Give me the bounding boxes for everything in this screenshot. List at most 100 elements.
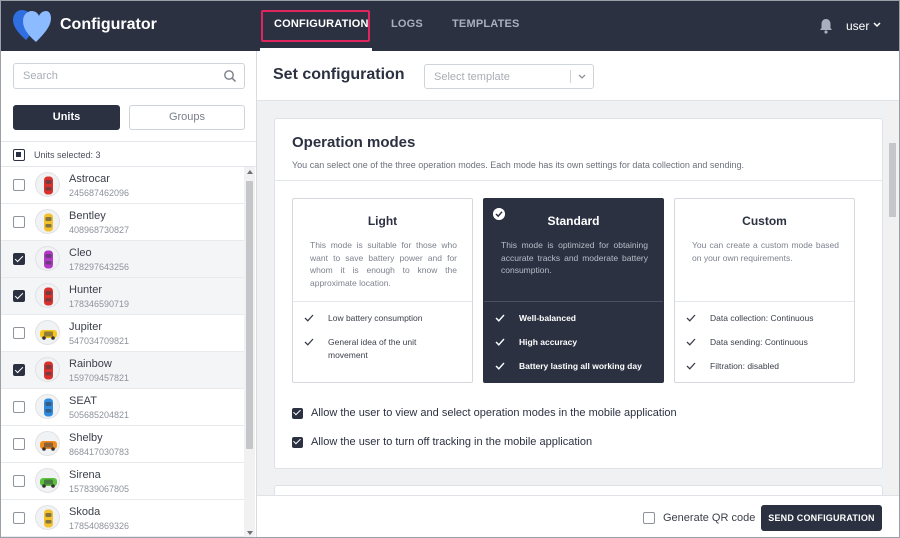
unit-list: Astrocar 245687462096 Bentley 408968730827 C… — [1, 167, 244, 537]
groups-tab-button[interactable]: Groups — [129, 105, 245, 130]
page-title: Set configuration — [273, 66, 405, 83]
unit-row[interactable]: Astrocar 245687462096 — [1, 167, 244, 204]
car-red-icon — [35, 357, 60, 382]
tab-templates[interactable]: TEMPLATES — [452, 18, 520, 30]
qr-code-checkbox[interactable] — [643, 512, 655, 524]
unit-name: Jupiter — [69, 321, 103, 333]
bell-icon[interactable] — [819, 18, 833, 34]
feature-text: Data collection: Continuous — [710, 313, 814, 323]
unit-name: Rainbow — [69, 358, 112, 370]
option-checkbox[interactable] — [292, 437, 303, 448]
main-scroll-thumb[interactable] — [889, 143, 896, 217]
option-checkbox[interactable] — [292, 408, 303, 419]
action-footer: Generate QR code SEND CONFIGURATION — [257, 495, 899, 537]
mode-name: Standard — [547, 214, 600, 228]
car-green-icon — [35, 468, 60, 493]
search-icon[interactable] — [223, 69, 237, 83]
unit-checkbox[interactable] — [13, 216, 25, 228]
car-blue-icon — [35, 394, 60, 419]
unit-checkbox[interactable] — [13, 290, 25, 302]
check-icon — [495, 362, 505, 370]
search-placeholder: Search — [23, 70, 58, 82]
unit-id: 408968730827 — [69, 225, 130, 235]
unit-row[interactable]: Bentley 408968730827 — [1, 204, 244, 241]
main-scrollbar[interactable] — [887, 101, 898, 537]
search-input[interactable]: Search — [13, 63, 245, 89]
unit-id: 245687462096 — [69, 188, 130, 198]
car-yellow-icon — [35, 505, 60, 530]
unit-checkbox[interactable] — [13, 179, 25, 191]
template-select[interactable]: Select template — [424, 64, 594, 89]
unit-id: 178540869326 — [69, 521, 130, 531]
feature-text: Battery lasting all working day — [519, 361, 642, 371]
select-all-checkbox[interactable] — [13, 149, 25, 161]
check-icon — [686, 338, 696, 346]
unit-id: 178297643256 — [69, 262, 130, 272]
unit-id: 157839067805 — [69, 484, 130, 494]
unit-checkbox[interactable] — [13, 512, 25, 524]
chevron-down-icon[interactable] — [578, 74, 586, 80]
unit-id: 868417030783 — [69, 447, 130, 457]
check-icon — [686, 362, 696, 370]
unit-row[interactable]: SEAT 505685204821 — [1, 389, 244, 426]
unit-id: 159709457821 — [69, 373, 130, 383]
feature-text: Low battery consumption — [328, 313, 423, 323]
operation-modes-card: Operation modes You can select one of th… — [274, 118, 883, 469]
unit-name: Astrocar — [69, 173, 110, 185]
unit-row[interactable]: Sirena 157839067805 — [1, 463, 244, 500]
sidebar-scrollbar[interactable] — [244, 167, 255, 537]
unit-checkbox[interactable] — [13, 475, 25, 487]
check-icon — [304, 314, 314, 322]
unit-name: Sirena — [69, 469, 101, 481]
car-yellow-icon — [35, 209, 60, 234]
mode-name: Light — [367, 214, 398, 228]
top-header: Configurator CONFIGURATION LOGS TEMPLATE… — [1, 1, 899, 51]
qr-code-label: Generate QR code — [663, 512, 756, 524]
unit-checkbox[interactable] — [13, 438, 25, 450]
chevron-down-icon[interactable] — [873, 22, 881, 28]
feature-text: General idea of the unit movement — [328, 337, 417, 360]
unit-name: Hunter — [69, 284, 103, 296]
card-title: Operation modes — [292, 134, 416, 151]
unit-id: 178346590719 — [69, 299, 130, 309]
unit-name: Bentley — [69, 210, 106, 222]
card-subtitle: You can select one of the three operatio… — [292, 160, 744, 170]
mode-card-custom[interactable]: Custom You can create a custom mode base… — [674, 198, 855, 383]
unit-row[interactable]: Skoda 178540869326 — [1, 500, 244, 537]
scroll-up-arrow-icon[interactable] — [247, 170, 253, 174]
mode-card-standard[interactable]: Standard This mode is optimized for obta… — [483, 198, 664, 383]
user-menu[interactable]: user — [846, 19, 869, 33]
check-icon — [686, 314, 696, 322]
car-red-icon — [35, 172, 60, 197]
unit-id: 505685204821 — [69, 410, 130, 420]
unit-name: SEAT — [69, 395, 97, 407]
check-icon — [495, 314, 505, 322]
unit-checkbox[interactable] — [13, 327, 25, 339]
mode-card-light[interactable]: Light This mode is suitable for those wh… — [292, 198, 473, 383]
mode-name: Custom — [742, 214, 787, 228]
unit-row[interactable]: Jupiter 547034709821 — [1, 315, 244, 352]
unit-row[interactable]: Shelby 868417030783 — [1, 426, 244, 463]
unit-checkbox[interactable] — [13, 364, 25, 376]
unit-name: Cleo — [69, 247, 92, 259]
scroll-down-arrow-icon[interactable] — [247, 531, 253, 535]
option-label: Allow the user to view and select operat… — [311, 407, 677, 419]
check-icon — [495, 338, 505, 346]
units-tab-button[interactable]: Units — [13, 105, 120, 130]
sidebar: Search Units Groups Units selected: 3 As… — [1, 51, 257, 537]
unit-row[interactable]: Cleo 178297643256 — [1, 241, 244, 278]
sidebar-scroll-thumb[interactable] — [246, 181, 253, 449]
divider — [293, 301, 472, 302]
feature-text: High accuracy — [519, 337, 578, 347]
tab-logs[interactable]: LOGS — [391, 18, 423, 30]
app-title: Configurator — [60, 16, 157, 33]
unit-id: 547034709821 — [69, 336, 130, 346]
car-purple-icon — [35, 246, 60, 271]
unit-name: Skoda — [69, 506, 101, 518]
select-divider — [570, 70, 571, 83]
unit-row[interactable]: Hunter 178346590719 — [1, 278, 244, 315]
unit-row[interactable]: Rainbow 159709457821 — [1, 352, 244, 389]
send-configuration-button[interactable]: SEND CONFIGURATION — [761, 505, 882, 531]
unit-checkbox[interactable] — [13, 401, 25, 413]
unit-checkbox[interactable] — [13, 253, 25, 265]
